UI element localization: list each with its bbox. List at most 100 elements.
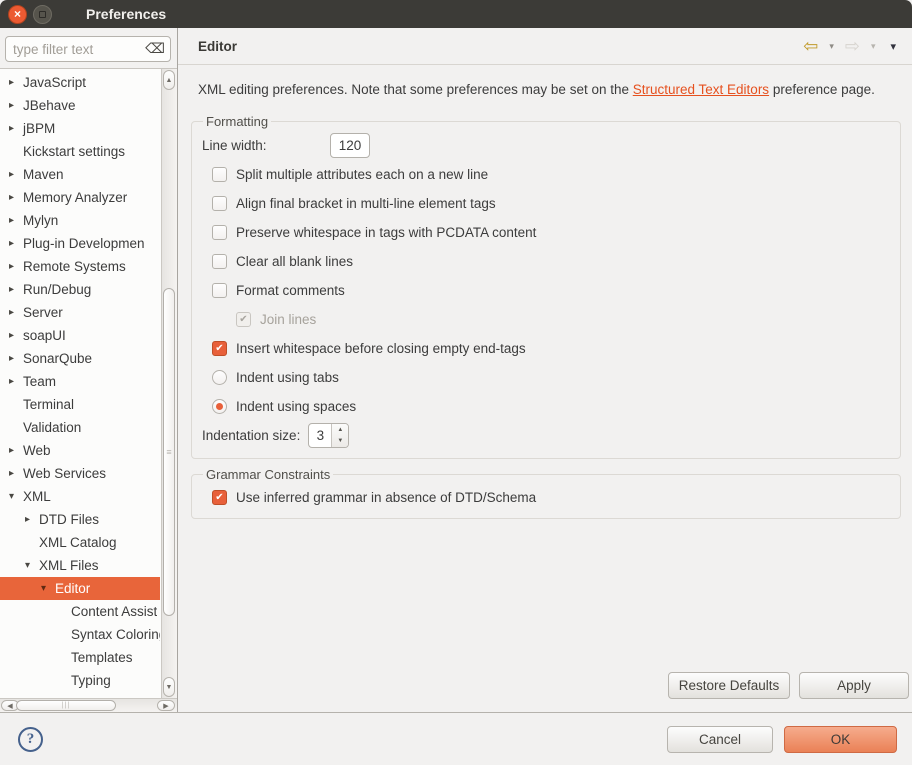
tree-item-remote-systems[interactable]: ▸Remote Systems [0,255,160,278]
expand-arrow-icon[interactable]: ▸ [4,261,19,272]
restore-defaults-button[interactable]: Restore Defaults [668,672,790,699]
tree-item-xml-files[interactable]: ▾XML Files [0,554,160,577]
expand-arrow-icon[interactable]: ▸ [4,445,19,456]
tree-item-sonarqube[interactable]: ▸SonarQube [0,347,160,370]
tree-item-server[interactable]: ▸Server [0,301,160,324]
tree-item-jbehave[interactable]: ▸JBehave [0,94,160,117]
expand-arrow-icon[interactable]: ▸ [4,376,19,387]
window-close-button[interactable]: × [8,5,27,24]
tree-item-typing[interactable]: Typing [0,669,160,692]
checkbox-label: Insert whitespace before closing empty e… [236,341,526,356]
tree-item-label: Web [19,443,51,458]
tree-item-xml-catalog[interactable]: XML Catalog [0,531,160,554]
tree-item-label: Kickstart settings [19,144,125,159]
tree-item-maven[interactable]: ▸Maven [0,163,160,186]
indentation-size-stepper[interactable]: 3 ▲ ▼ [308,423,349,448]
expand-arrow-icon[interactable]: ▸ [4,77,19,88]
help-button[interactable]: ? [18,727,43,752]
spinner-up-icon[interactable]: ▲ [332,424,348,436]
spinner-down-icon[interactable]: ▼ [332,436,348,448]
expand-arrow-icon[interactable]: ▸ [20,514,35,525]
tree-item-dtd-files[interactable]: ▸DTD Files [0,508,160,531]
tree-item-syntax-coloring[interactable]: Syntax Coloring [0,623,160,646]
forward-arrow-icon[interactable]: ⇨ [845,37,860,55]
expand-arrow-icon[interactable]: ▸ [4,100,19,111]
tree-item-xml[interactable]: ▾XML [0,485,160,508]
checkbox-clear-all-blank-lines[interactable] [212,254,227,269]
tree-item-javascript[interactable]: ▸JavaScript [0,71,160,94]
checkbox-split-multiple-attributes-each-on-a-new-line[interactable] [212,167,227,182]
horizontal-scrollbar-thumb[interactable]: ||| [16,700,116,711]
expand-arrow-icon[interactable]: ▸ [4,192,19,203]
clear-filter-icon[interactable]: ⌫ [145,40,165,57]
tree-item-label: Terminal [19,397,74,412]
tree-item-mylyn[interactable]: ▸Mylyn [0,209,160,232]
collapse-arrow-icon[interactable]: ▾ [4,491,19,502]
tree-item-label: JavaScript [19,75,86,90]
checkbox-use-inferred-grammar[interactable]: ✔ [212,490,227,505]
scroll-up-icon[interactable]: ▲ [163,70,175,90]
tree-item-validation[interactable]: Validation [0,416,160,439]
collapse-arrow-icon[interactable]: ▾ [36,583,51,594]
expand-arrow-icon[interactable]: ▸ [4,123,19,134]
expand-arrow-icon[interactable]: ▸ [4,353,19,364]
checkbox-align-final-bracket-in-multi-line-element-tags[interactable] [212,196,227,211]
forward-history-dropdown-icon[interactable]: ▾ [871,41,876,52]
tree-item-label: Syntax Coloring [67,627,160,642]
tree-item-label: jBPM [19,121,55,136]
radio-row-indent-using-spaces: Indent using spaces [202,392,890,421]
tree-item-memory-analyzer[interactable]: ▸Memory Analyzer [0,186,160,209]
window-maximize-button[interactable] [33,5,52,24]
tree-item-soapui[interactable]: ▸soapUI [0,324,160,347]
tree-item-plug-in-developmen[interactable]: ▸Plug-in Developmen [0,232,160,255]
tree-item-label: Web Services [19,466,106,481]
tree-item-team[interactable]: ▸Team [0,370,160,393]
view-menu-icon[interactable]: ▾ [890,40,896,53]
checkbox-label: Split multiple attributes each on a new … [236,167,488,182]
tree-item-kickstart-settings[interactable]: Kickstart settings [0,140,160,163]
expand-arrow-icon[interactable]: ▸ [4,330,19,341]
back-arrow-icon[interactable]: ⇦ [803,37,818,55]
expand-arrow-icon[interactable]: ▸ [4,307,19,318]
scroll-down-icon[interactable]: ▼ [163,677,175,697]
apply-button[interactable]: Apply [799,672,909,699]
line-width-input[interactable] [330,133,370,158]
checkbox-format-comments[interactable] [212,283,227,298]
expand-arrow-icon[interactable]: ▸ [4,468,19,479]
vertical-scrollbar-thumb[interactable]: ≡ [163,288,175,616]
back-history-dropdown-icon[interactable]: ▾ [829,41,834,52]
preference-tree: ▸JavaScript▸JBehave▸jBPMKickstart settin… [0,71,160,698]
tree-item-web[interactable]: ▸Web [0,439,160,462]
checkbox-preserve-whitespace-in-tags-with-pcdata-content[interactable] [212,225,227,240]
checkbox-row-preserve-whitespace-in-tags-with-pcdata-content: Preserve whitespace in tags with PCDATA … [202,218,890,247]
structured-text-editors-link[interactable]: Structured Text Editors [633,82,769,97]
expand-arrow-icon[interactable]: ▸ [4,215,19,226]
expand-arrow-icon[interactable]: ▸ [4,169,19,180]
expand-arrow-icon[interactable]: ▸ [4,284,19,295]
tree-item-label: SonarQube [19,351,92,366]
tree-item-jbpm[interactable]: ▸jBPM [0,117,160,140]
checkbox-insert-whitespace-before-closing-empty-end-tags[interactable]: ✔ [212,341,227,356]
tree-item-label: Templates [67,650,133,665]
checkbox-label: Preserve whitespace in tags with PCDATA … [236,225,536,240]
tree-item-run-debug[interactable]: ▸Run/Debug [0,278,160,301]
checkbox-join-lines: ✔ [236,312,251,327]
radio-indent-using-spaces[interactable] [212,399,227,414]
tree-item-editor[interactable]: ▾Editor [0,577,160,600]
tree-item-web-services[interactable]: ▸Web Services [0,462,160,485]
tree-vertical-scrollbar[interactable]: ▲ ≡ ▼ [161,69,177,698]
cancel-button[interactable]: Cancel [667,726,773,753]
radio-indent-using-tabs[interactable] [212,370,227,385]
tree-item-templates[interactable]: Templates [0,646,160,669]
ok-button[interactable]: OK [784,726,897,753]
dialog-footer: ? Cancel OK [0,712,912,765]
scroll-right-icon[interactable]: ▶ [157,700,175,711]
collapse-arrow-icon[interactable]: ▾ [20,560,35,571]
tree-item-label: JBehave [19,98,76,113]
tree-item-terminal[interactable]: Terminal [0,393,160,416]
tree-horizontal-scrollbar[interactable]: ◀ ||| ▶ [0,698,177,712]
expand-arrow-icon[interactable]: ▸ [4,238,19,249]
tree-item-content-assist[interactable]: Content Assist [0,600,160,623]
preferences-window: × Preferences ⌫ ▸JavaScript▸JBehave▸jBPM… [0,0,912,765]
checkbox-row-join-lines: ✔Join lines [202,305,890,334]
